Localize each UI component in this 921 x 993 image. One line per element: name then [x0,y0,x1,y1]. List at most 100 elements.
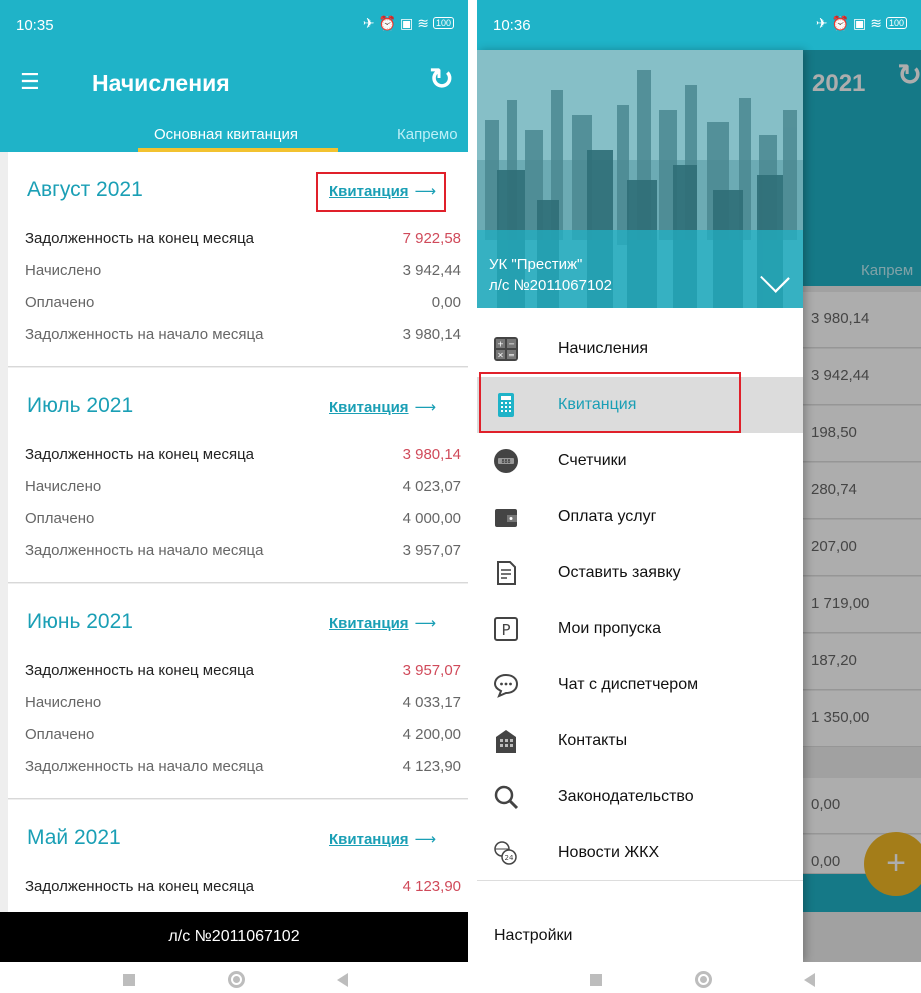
highlight-box [479,372,741,433]
drawer-item-payment[interactable]: Оплата услуг [477,489,803,545]
receipt-link[interactable]: Квитанция ⟶ [329,398,436,416]
row-label: Задолженность на начало месяца [25,542,264,559]
drawer-item-settings[interactable]: Настройки [494,927,572,945]
row-label: Начислено [25,262,102,279]
drawer-item-request[interactable]: Оставить заявку [477,545,803,601]
drawer-item-label: Оплата услуг [558,508,657,525]
row-value: 4 023,07 [402,478,461,495]
row-label: Начислено [25,694,102,711]
receipt-link-label[interactable]: Квитанция [329,615,409,632]
svg-text:×: × [497,351,504,360]
receipt-link-label[interactable]: Квитанция [329,831,409,848]
drawer-item-charges[interactable]: + − × = Начисления [477,321,803,377]
drawer-item-passes[interactable]: P Мои пропуска [477,601,803,657]
drawer-item-chat[interactable]: Чат с диспетчером [477,657,803,713]
back-icon[interactable] [804,973,815,987]
drawer-item-contacts[interactable]: Контакты [477,713,803,769]
system-nav-bar [477,962,921,993]
svg-text:24: 24 [505,854,514,862]
recents-icon[interactable] [123,974,135,986]
tab-bar: Основная квитанция Капремо [0,118,468,152]
page-title: Начисления [92,70,230,96]
svg-text:+: + [497,340,504,349]
row-label: Оплачено [25,294,95,311]
drawer-org-name: УК "Престиж" [489,256,583,273]
wallet-icon [495,509,517,527]
recents-icon[interactable] [590,974,602,986]
building-icon [496,730,516,753]
highlight-box [316,172,446,212]
arrow-right-icon: ⟶ [414,831,437,848]
row-label: Задолженность на конец месяца [25,230,255,247]
drawer-header: УК "Престиж" л/с №2011067102 [477,50,803,308]
app-bar: ☰ Начисления ↻ [0,50,468,118]
battery-icon: 100 [885,17,907,29]
arrow-right-icon: ⟶ [414,615,437,632]
home-icon[interactable] [228,971,245,988]
left-screen: 10:35 ✈⏰▣≋ 100 ☰ Начисления ↻ Основная кв… [0,0,468,993]
row-value: 4 033,17 [402,694,461,711]
refresh-icon[interactable]: ↻ [429,62,454,97]
row-label: Задолженность на начало месяца [25,326,264,343]
row-value: 7 922,58 [402,230,461,247]
news-globe-icon: 24 [494,841,517,865]
status-time: 10:35 [16,17,54,34]
navigation-drawer: УК "Престиж" л/с №2011067102 + − × = Нач… [477,50,803,962]
status-icons: ✈⏰▣≋ 100 [816,15,907,32]
hamburger-menu-icon[interactable]: ☰ [20,70,44,94]
receipt-link-label[interactable]: Квитанция [329,399,409,416]
status-bar: 10:35 ✈⏰▣≋ 100 [0,0,468,50]
row-label: Задолженность на начало месяца [25,758,264,775]
row-value: 4 000,00 [402,510,461,527]
row-value: 3 942,44 [402,262,461,279]
drawer-item-news[interactable]: 24 Новости ЖКХ [477,825,803,881]
row-value: 4 200,00 [402,726,461,743]
status-bar: 10:36 ✈⏰▣≋ 100 [477,0,921,50]
magnifier-icon [494,785,519,810]
card-month: Май 2021 [27,826,121,849]
row-value: 4 123,90 [402,878,461,895]
drawer-item-label: Законодательство [558,788,694,805]
right-screen: 10:36 ✈⏰▣≋ 100 2021 ↻ Капрем 3 980,14 3 9… [477,0,921,993]
status-icons-glyphs: ✈⏰▣≋ [362,15,433,31]
row-label: Оплачено [25,510,95,527]
drawer-item-meters[interactable]: 888 Счетчики [477,433,803,489]
svg-text:=: = [508,351,515,360]
row-value: 0,00 [431,294,461,311]
row-value: 3 980,14 [402,446,461,463]
drawer-account-number: л/с №2011067102 [489,277,612,294]
row-label: Задолженность на конец месяца [25,446,255,463]
drawer-divider [477,880,803,881]
row-value: 3 957,07 [402,542,461,559]
parking-pass-icon: P [494,617,518,641]
drawer-item-label: Счетчики [558,452,627,469]
drawer-item-label: Чат с диспетчером [558,676,699,693]
row-label: Оплачено [25,726,95,743]
back-icon[interactable] [337,973,348,987]
tab-main-receipt[interactable]: Основная квитанция [154,126,298,143]
svg-text:P: P [501,621,510,639]
meter-icon: 888 [494,449,518,473]
drawer-scrim[interactable] [803,50,921,962]
drawer-item-label: Контакты [558,732,628,749]
row-value: 4 123,90 [402,758,461,775]
charges-list[interactable]: Август 2021 Квитанция ⟶ Задолженность на … [0,152,468,912]
svg-text:888: 888 [501,459,510,465]
home-icon[interactable] [695,971,712,988]
tab-capital-repair[interactable]: Капремо [397,126,458,143]
row-label: Задолженность на конец месяца [25,878,255,895]
receipt-link[interactable]: Квитанция ⟶ [329,830,436,848]
charge-card: Май 2021 Квитанция ⟶ Задолженность на кон… [8,800,468,912]
chat-icon [493,673,519,698]
card-month: Июнь 2021 [27,610,133,633]
row-label: Задолженность на конец месяца [25,662,255,679]
account-bar: л/с №2011067102 [0,912,468,962]
receipt-link[interactable]: Квитанция ⟶ [329,614,436,632]
card-month: Июль 2021 [27,394,134,417]
drawer-item-label: Оставить заявку [558,564,681,581]
drawer-item-label: Новости ЖКХ [558,844,660,861]
drawer-item-legislation[interactable]: Законодательство [477,769,803,825]
row-value: 3 980,14 [402,326,461,343]
arrow-right-icon: ⟶ [414,399,437,416]
card-month: Август 2021 [27,178,143,201]
